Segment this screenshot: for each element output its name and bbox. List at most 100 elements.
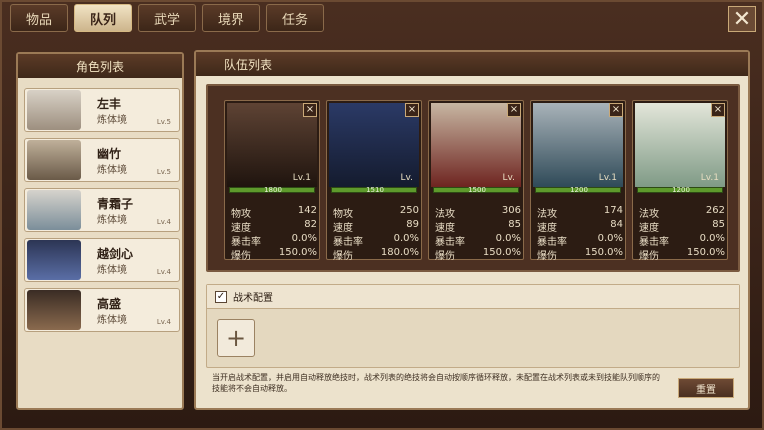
add-tactic-button[interactable]: + [217,319,255,357]
hero-level: Lv.1 [292,173,311,183]
stat-label: 物攻 [333,209,353,220]
stat-value: 89 [406,219,419,230]
tab-martial-arts[interactable]: 武学 [138,4,196,32]
stat-label: 爆伤 [435,251,455,262]
remove-member-icon[interactable]: × [507,103,521,117]
character-name: 青霜子 [97,197,134,211]
hp-value: 1200 [672,186,690,194]
tactics-config-panel: ✓ 战术配置 + [206,284,740,368]
tactics-checkbox[interactable]: ✓ [215,290,227,303]
stat-label: 速度 [231,223,251,234]
stat-label: 法攻 [435,209,455,220]
stat-label: 暴击率 [231,237,261,248]
stat-value: 0.0% [495,233,521,244]
stat-value: 262 [705,205,725,216]
stat-row: 法攻 262 [639,205,725,220]
stat-label: 速度 [537,223,557,234]
character-level: Lv.4 [156,318,171,326]
stat-label: 速度 [639,223,659,234]
team-member-card[interactable]: × Lv. 1500 法攻 306 速度 85 暴击率 0.0% 爆伤 150.0% [428,100,524,262]
stat-value: 0.0% [291,233,317,244]
hp-value: 1800 [264,186,282,194]
character-realm: 炼体境 [97,165,127,176]
stat-row: 暴击率 0.0% [333,233,419,248]
team-member-card[interactable]: × Lv. 1510 物攻 250 速度 89 暴击率 0.0% 爆伤 180.0% [326,100,422,262]
character-level: Lv.5 [156,118,171,126]
reset-button[interactable]: 重置 [678,378,734,398]
character-realm: 炼体境 [97,115,127,126]
stat-row: 速度 85 [435,219,521,234]
tactics-label: 战术配置 [233,293,273,304]
character-portrait [27,90,81,130]
stat-row: 暴击率 0.0% [537,233,623,248]
hp-value: 1510 [366,186,384,194]
character-row[interactable]: 左丰 炼体境 Lv.5 [24,88,180,132]
stat-value: 150.0% [482,247,521,258]
character-name: 高盛 [97,297,122,311]
character-level: Lv.5 [156,168,171,176]
stat-row: 物攻 142 [231,205,317,220]
stat-row: 暴击率 0.0% [639,233,725,248]
remove-member-icon[interactable]: × [711,103,725,117]
tab-realm[interactable]: 境界 [202,4,260,32]
stat-value: 85 [712,219,725,230]
close-icon[interactable]: ✕ [728,6,756,32]
stat-row: 速度 84 [537,219,623,234]
stat-label: 爆伤 [333,251,353,262]
character-row[interactable]: 幽竹 炼体境 Lv.5 [24,138,180,182]
team-member-card[interactable]: × Lv.1 1200 法攻 262 速度 85 暴击率 0.0% 爆伤 150.0% [632,100,728,262]
tactics-note: 当开启战术配置，并启用自动释放绝技时，战术列表的绝技将会自动按顺序循环释放，未配… [212,373,660,393]
stat-label: 爆伤 [639,251,659,262]
team-list-title: 队伍列表 [196,52,748,76]
character-portrait [27,140,81,180]
hero-level: Lv.1 [598,173,617,183]
character-portrait [27,190,81,230]
stat-row: 暴击率 0.0% [435,233,521,248]
character-list-panel: 角色列表 左丰 炼体境 Lv.5 幽竹 炼体境 Lv.5 青霜子 炼体境 Lv.… [16,52,184,410]
remove-member-icon[interactable]: × [405,103,419,117]
character-portrait [27,290,81,330]
character-row[interactable]: 青霜子 炼体境 Lv.4 [24,188,180,232]
hero-level: Lv. [400,173,413,183]
stat-value: 150.0% [686,247,725,258]
hero-level: Lv.1 [700,173,719,183]
team-member-card[interactable]: × Lv.1 1800 物攻 142 速度 82 暴击率 0.0% 爆伤 150.0% [224,100,320,262]
remove-member-icon[interactable]: × [303,103,317,117]
remove-member-icon[interactable]: × [609,103,623,117]
hp-value: 1500 [468,186,486,194]
stat-label: 速度 [435,223,455,234]
stat-row: 爆伤 180.0% [333,247,419,262]
stat-label: 爆伤 [231,251,251,262]
stat-value: 0.0% [699,233,725,244]
stat-label: 法攻 [537,209,557,220]
stat-row: 爆伤 150.0% [639,247,725,262]
stat-label: 暴击率 [435,237,465,248]
team-slots: × Lv.1 1800 物攻 142 速度 82 暴击率 0.0% 爆伤 150.0% … [206,84,740,272]
stat-row: 暴击率 0.0% [231,233,317,248]
character-realm: 炼体境 [97,315,127,326]
tab-team[interactable]: 队列 [74,4,132,32]
stat-label: 速度 [333,223,353,234]
stat-label: 爆伤 [537,251,557,262]
stat-label: 暴击率 [639,237,669,248]
team-member-card[interactable]: × Lv.1 1200 法攻 174 速度 84 暴击率 0.0% 爆伤 150.0% [530,100,626,262]
tab-quests[interactable]: 任务 [266,4,324,32]
stat-row: 爆伤 150.0% [537,247,623,262]
character-row[interactable]: 越剑心 炼体境 Lv.4 [24,238,180,282]
hero-level: Lv. [502,173,515,183]
tab-items[interactable]: 物品 [10,4,68,32]
tactics-header: ✓ 战术配置 [207,285,739,309]
stat-row: 法攻 306 [435,205,521,220]
character-name: 越剑心 [97,247,134,261]
stat-row: 速度 82 [231,219,317,234]
character-level: Lv.4 [156,218,171,226]
stat-value: 150.0% [584,247,623,258]
character-level: Lv.4 [156,268,171,276]
character-row[interactable]: 高盛 炼体境 Lv.4 [24,288,180,332]
stat-row: 速度 85 [639,219,725,234]
stat-value: 150.0% [278,247,317,258]
character-realm: 炼体境 [97,215,127,226]
stat-row: 爆伤 150.0% [231,247,317,262]
stat-value: 174 [603,205,623,216]
character-realm: 炼体境 [97,265,127,276]
